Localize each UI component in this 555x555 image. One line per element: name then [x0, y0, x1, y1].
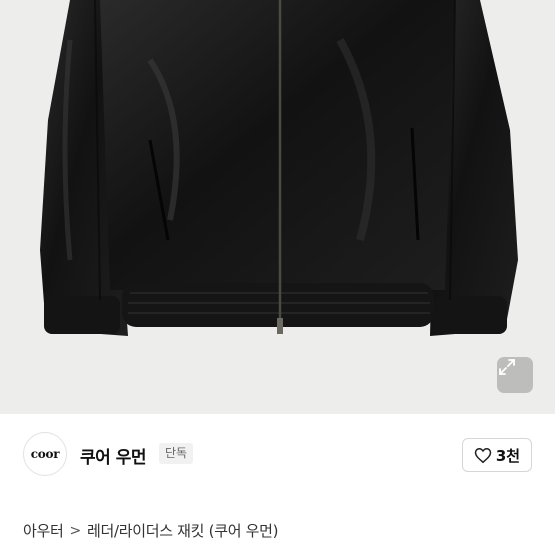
breadcrumb-subcategory[interactable]: 레더/라이더스 재킷 (쿠어 우먼)	[87, 520, 279, 541]
shop-logo[interactable]: coor	[23, 432, 67, 476]
breadcrumb: 아우터 > 레더/라이더스 재킷 (쿠어 우먼)	[23, 520, 279, 541]
expand-arrows-icon	[499, 359, 515, 375]
expand-image-button[interactable]	[497, 357, 533, 393]
product-image[interactable]	[0, 0, 555, 413]
breadcrumb-category[interactable]: 아우터	[23, 520, 64, 541]
shop-info-row: coor 쿠어 우먼 단독 3천	[0, 432, 555, 478]
like-button[interactable]: 3천	[462, 438, 532, 472]
heart-outline-icon	[474, 447, 492, 463]
jacket-illustration	[40, 0, 518, 336]
shop-logo-text: coor	[30, 447, 60, 461]
like-count: 3천	[495, 446, 521, 465]
breadcrumb-separator: >	[69, 522, 82, 539]
section-divider	[0, 413, 555, 414]
shop-name[interactable]: 쿠어 우먼	[80, 443, 146, 468]
exclusive-badge: 단독	[159, 443, 194, 464]
